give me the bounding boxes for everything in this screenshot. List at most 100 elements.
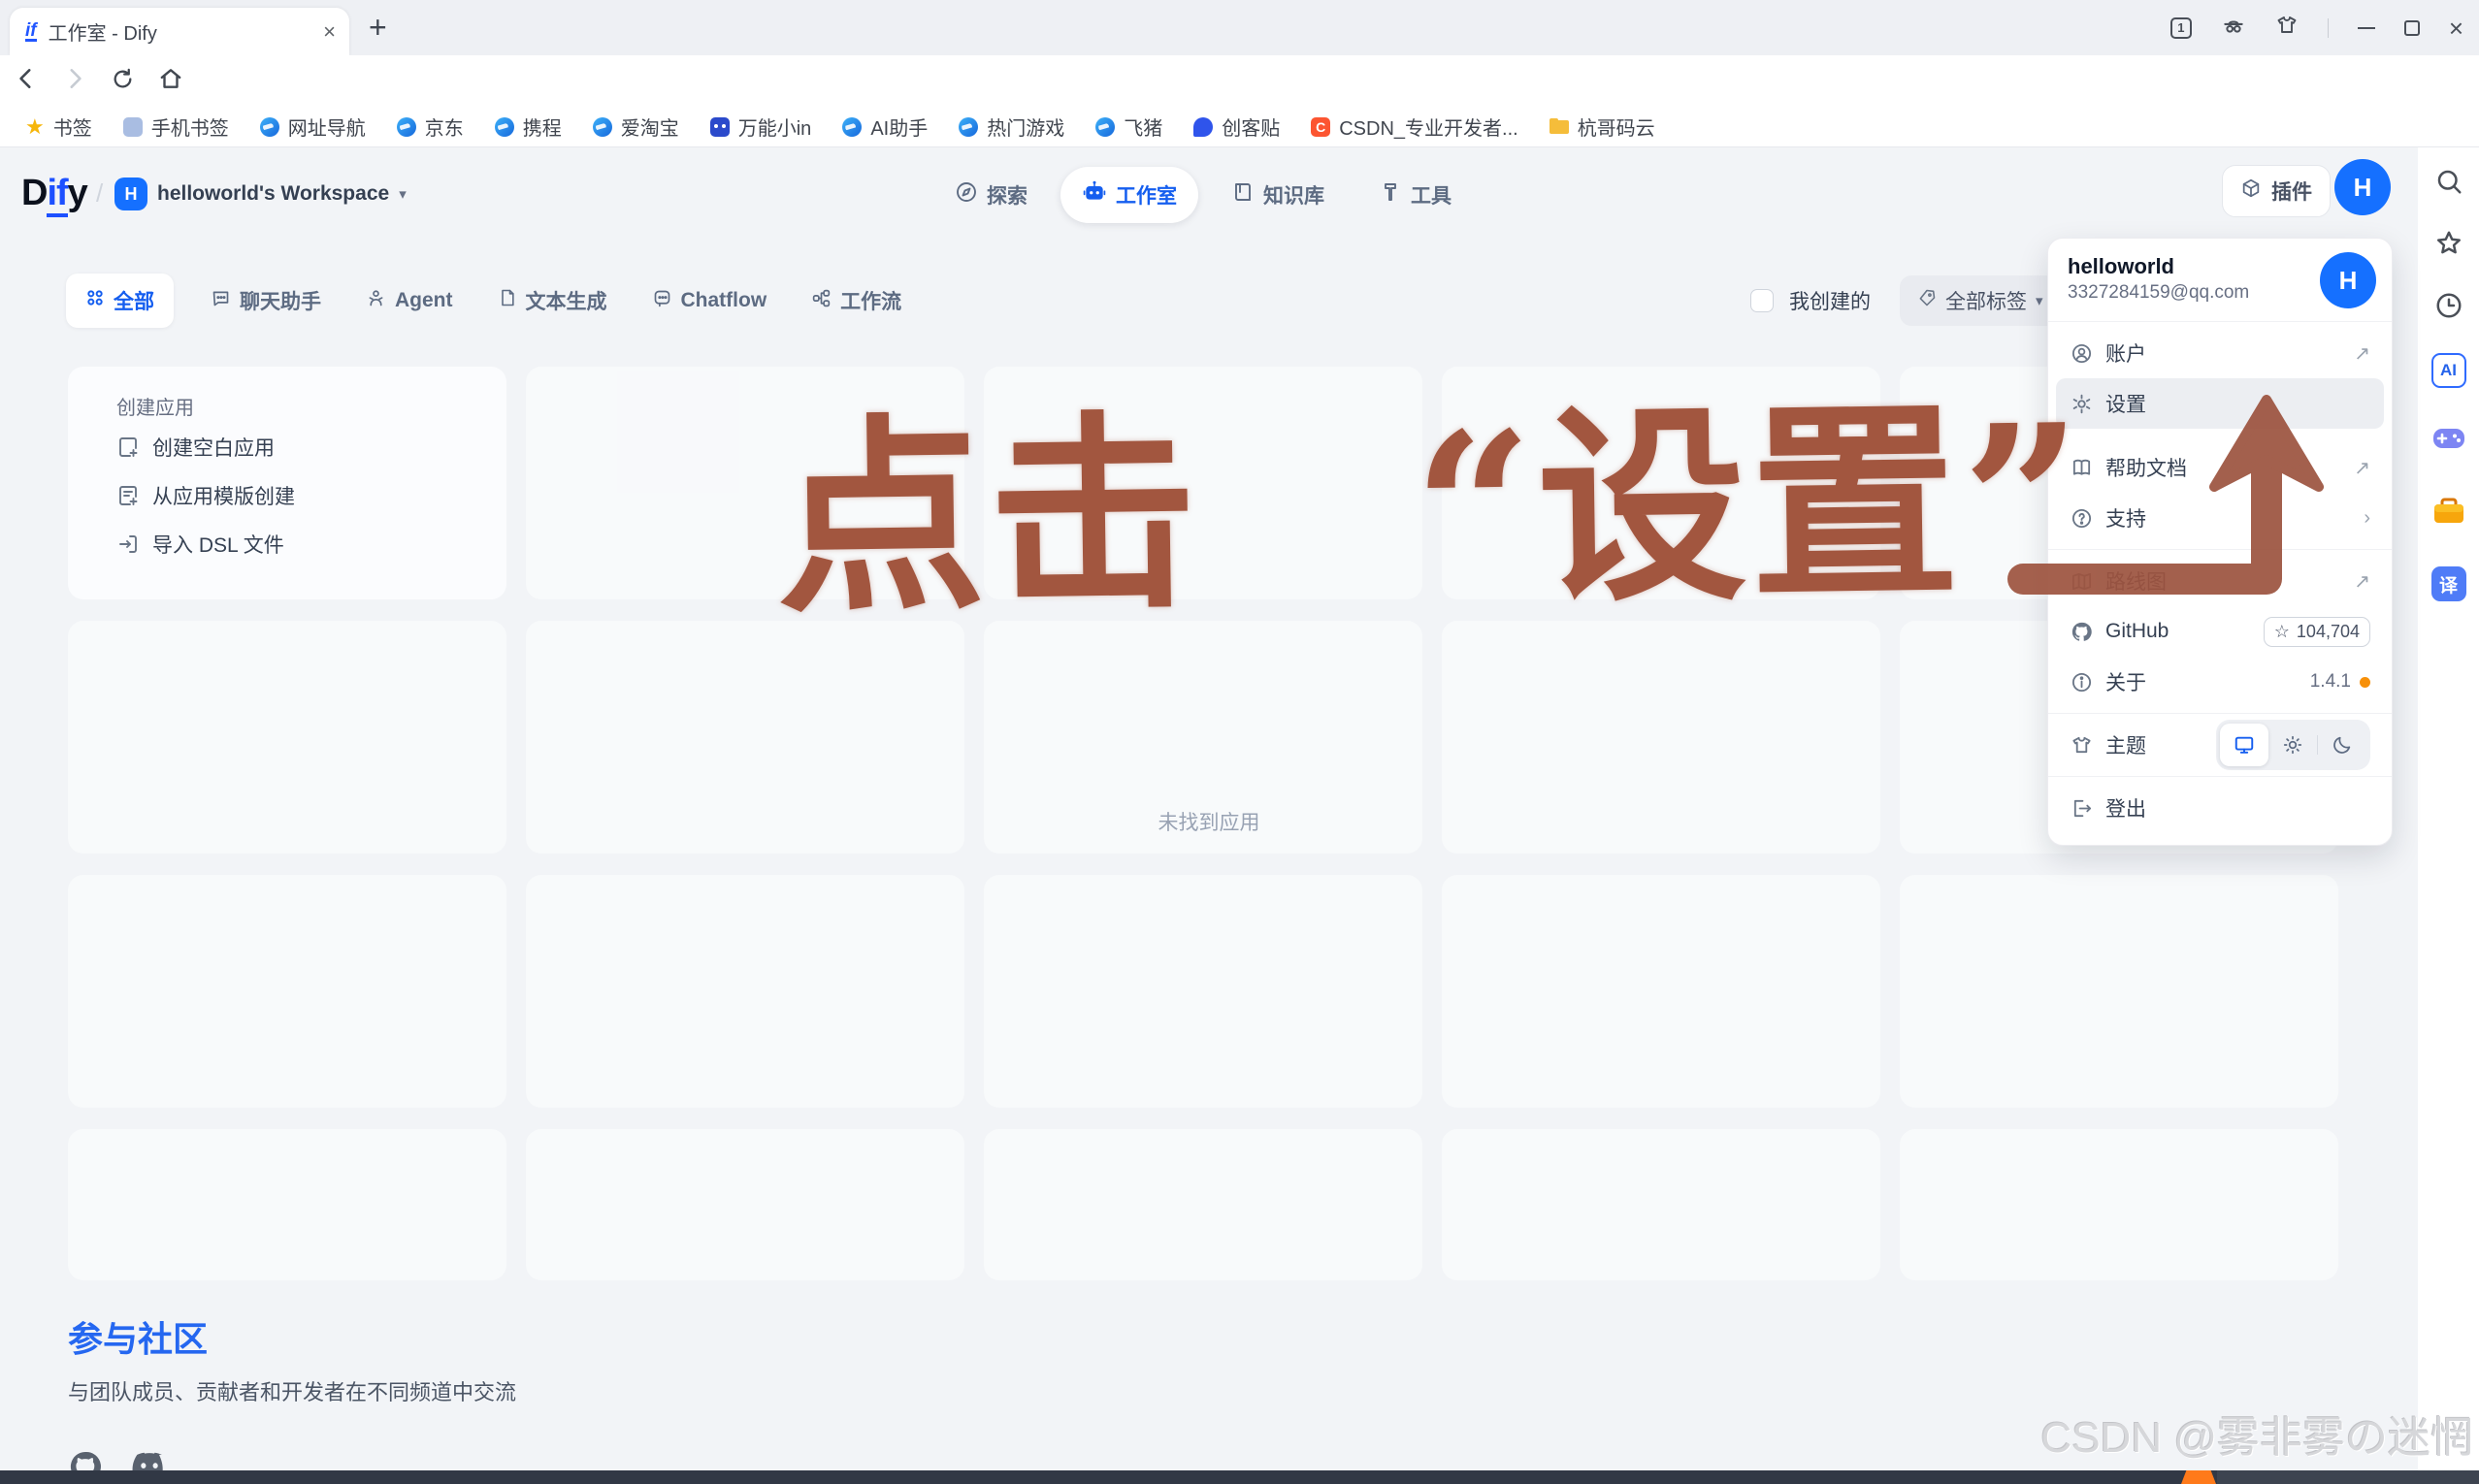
- search-icon[interactable]: [2434, 167, 2463, 196]
- reload-icon[interactable]: [111, 67, 135, 96]
- theme-dark-button[interactable]: [2318, 724, 2366, 766]
- chatflow-icon: [652, 288, 672, 314]
- bookmark-item[interactable]: 热门游戏: [959, 113, 1064, 141]
- user-dropdown-menu: helloworld 3327284159@qq.com H 账户 ↗ 设置 帮…: [2047, 238, 2393, 846]
- app-card-placeholder: [984, 367, 1422, 599]
- menu-divider: [2048, 549, 2392, 550]
- menu-item-about[interactable]: 关于 1.4.1: [2056, 657, 2384, 707]
- bookmark-label: 万能小in: [738, 113, 812, 141]
- create-blank-app-button[interactable]: 创建空白应用: [116, 423, 487, 471]
- menu-item-account[interactable]: 账户 ↗: [2056, 328, 2384, 378]
- incognito-icon[interactable]: [2221, 13, 2246, 43]
- bookmark-label: 创客贴: [1222, 113, 1280, 141]
- games-gamepad-icon[interactable]: [2431, 421, 2466, 461]
- bookmark-item[interactable]: 飞猪: [1095, 113, 1162, 141]
- theme-segmented-control: [2216, 720, 2370, 770]
- theme-skin-icon[interactable]: [2275, 14, 2299, 42]
- apps-grid-row4: [68, 1129, 2338, 1280]
- tab-chatflow[interactable]: Chatflow: [644, 274, 775, 328]
- bookmark-item[interactable]: 京东: [397, 113, 464, 141]
- create-action-label: 从应用模版创建: [152, 481, 295, 510]
- bookmark-item[interactable]: AI助手: [842, 113, 928, 141]
- nav-label: 探索: [987, 180, 1027, 210]
- robot-app-icon: [710, 117, 730, 137]
- community-title[interactable]: 参与社区: [68, 1311, 516, 1362]
- nav-tools[interactable]: 工具: [1357, 167, 1473, 223]
- bookmark-item[interactable]: ★书签: [25, 113, 92, 141]
- back-icon[interactable]: [14, 66, 39, 96]
- menu-item-roadmap[interactable]: 路线图 ↗: [2056, 556, 2384, 606]
- tab-agent[interactable]: Agent: [358, 274, 461, 328]
- taskbar-right-segment: [2217, 1470, 2479, 1484]
- app-card-placeholder: [984, 1129, 1422, 1280]
- ai-assistant-icon[interactable]: AI: [2431, 353, 2466, 388]
- window-controls: 1 ×: [2170, 0, 2463, 55]
- tab-close-icon[interactable]: ×: [323, 19, 336, 45]
- created-by-me-checkbox[interactable]: [1750, 289, 1774, 312]
- new-tab-button[interactable]: +: [369, 10, 387, 46]
- tab-count-icon[interactable]: 1: [2170, 17, 2192, 39]
- external-link-icon: ↗: [2354, 341, 2370, 366]
- info-circle-icon: [2070, 671, 2093, 694]
- forward-icon[interactable]: [62, 66, 87, 96]
- create-from-template-button[interactable]: 从应用模版创建: [116, 471, 487, 520]
- theme-system-button[interactable]: [2220, 724, 2268, 766]
- bookmark-item[interactable]: 万能小in: [710, 113, 812, 141]
- logo-d: D: [21, 173, 47, 213]
- workspace-name: helloworld's Workspace: [157, 182, 389, 206]
- bookmark-label: 网址导航: [288, 113, 366, 141]
- theme-light-button[interactable]: [2268, 724, 2317, 766]
- grid-icon: [85, 288, 105, 313]
- create-app-actions: 创建空白应用 从应用模版创建 导入 DSL 文件: [116, 423, 487, 568]
- menu-item-github[interactable]: GitHub ☆104,704: [2056, 606, 2384, 657]
- app-card-placeholder: [1900, 875, 2338, 1108]
- translate-icon[interactable]: 译: [2431, 566, 2466, 601]
- chat-bubble-icon: [211, 288, 231, 314]
- tab-workflow[interactable]: 工作流: [803, 274, 909, 328]
- bookmark-label: 手机书签: [151, 113, 229, 141]
- nav-explore[interactable]: 探索: [933, 167, 1049, 223]
- logout-icon: [2070, 797, 2093, 820]
- document-icon: [498, 288, 517, 313]
- bookmark-item[interactable]: 爱淘宝: [593, 113, 679, 141]
- menu-item-settings[interactable]: 设置: [2056, 378, 2384, 429]
- favorites-star-icon[interactable]: [2434, 229, 2463, 258]
- menu-item-support[interactable]: 支持 ›: [2056, 493, 2384, 543]
- bookmark-item[interactable]: 网址导航: [260, 113, 366, 141]
- chevron-down-icon: ▾: [2036, 292, 2043, 309]
- dify-favicon-icon: if: [25, 22, 37, 42]
- import-dsl-button[interactable]: 导入 DSL 文件: [116, 520, 487, 568]
- bookmark-item[interactable]: CCSDN_专业开发者...: [1311, 113, 1517, 141]
- menu-item-help-docs[interactable]: 帮助文档 ↗: [2056, 442, 2384, 493]
- briefcase-icon[interactable]: [2431, 494, 2466, 533]
- plugins-button[interactable]: 插件: [2222, 165, 2331, 217]
- tag-filter-dropdown[interactable]: 全部标签 ▾: [1900, 275, 2061, 326]
- csdn-logo-icon: C: [1311, 117, 1330, 137]
- maximize-icon[interactable]: [2404, 20, 2420, 36]
- taskbar-edge: [0, 1470, 2479, 1484]
- user-avatar-button[interactable]: H: [2334, 159, 2391, 215]
- browser-tab[interactable]: if 工作室 - Dify ×: [10, 8, 349, 55]
- tab-text-generation[interactable]: 文本生成: [490, 274, 615, 328]
- bookmark-item[interactable]: 创客贴: [1193, 113, 1280, 141]
- version-info: 1.4.1: [2310, 671, 2370, 693]
- community-subtitle: 与团队成员、贡献者和开发者在不同频道中交流: [68, 1375, 516, 1406]
- workspace-avatar: H: [114, 177, 147, 210]
- book-icon: [1231, 180, 1255, 210]
- nav-knowledge[interactable]: 知识库: [1210, 167, 1346, 223]
- minimize-icon[interactable]: [2358, 27, 2375, 29]
- created-by-me-label[interactable]: 我创建的: [1789, 286, 1871, 315]
- close-window-icon[interactable]: ×: [2449, 18, 2463, 38]
- home-icon[interactable]: [158, 66, 183, 96]
- workspace-switcher[interactable]: H helloworld's Workspace ▾: [114, 177, 407, 210]
- tab-chat-assistant[interactable]: 聊天助手: [203, 274, 329, 328]
- app-card-placeholder: [1442, 367, 1880, 599]
- nav-studio[interactable]: 工作室: [1060, 167, 1198, 223]
- tab-all[interactable]: 全部: [66, 274, 174, 328]
- menu-item-logout[interactable]: 登出: [2056, 783, 2384, 833]
- bookmark-item[interactable]: 手机书签: [123, 113, 229, 141]
- bookmark-item[interactable]: 携程: [495, 113, 562, 141]
- logo-if: if: [47, 173, 67, 217]
- history-clock-icon[interactable]: [2434, 291, 2463, 320]
- bookmark-item[interactable]: 杭哥码云: [1549, 113, 1655, 141]
